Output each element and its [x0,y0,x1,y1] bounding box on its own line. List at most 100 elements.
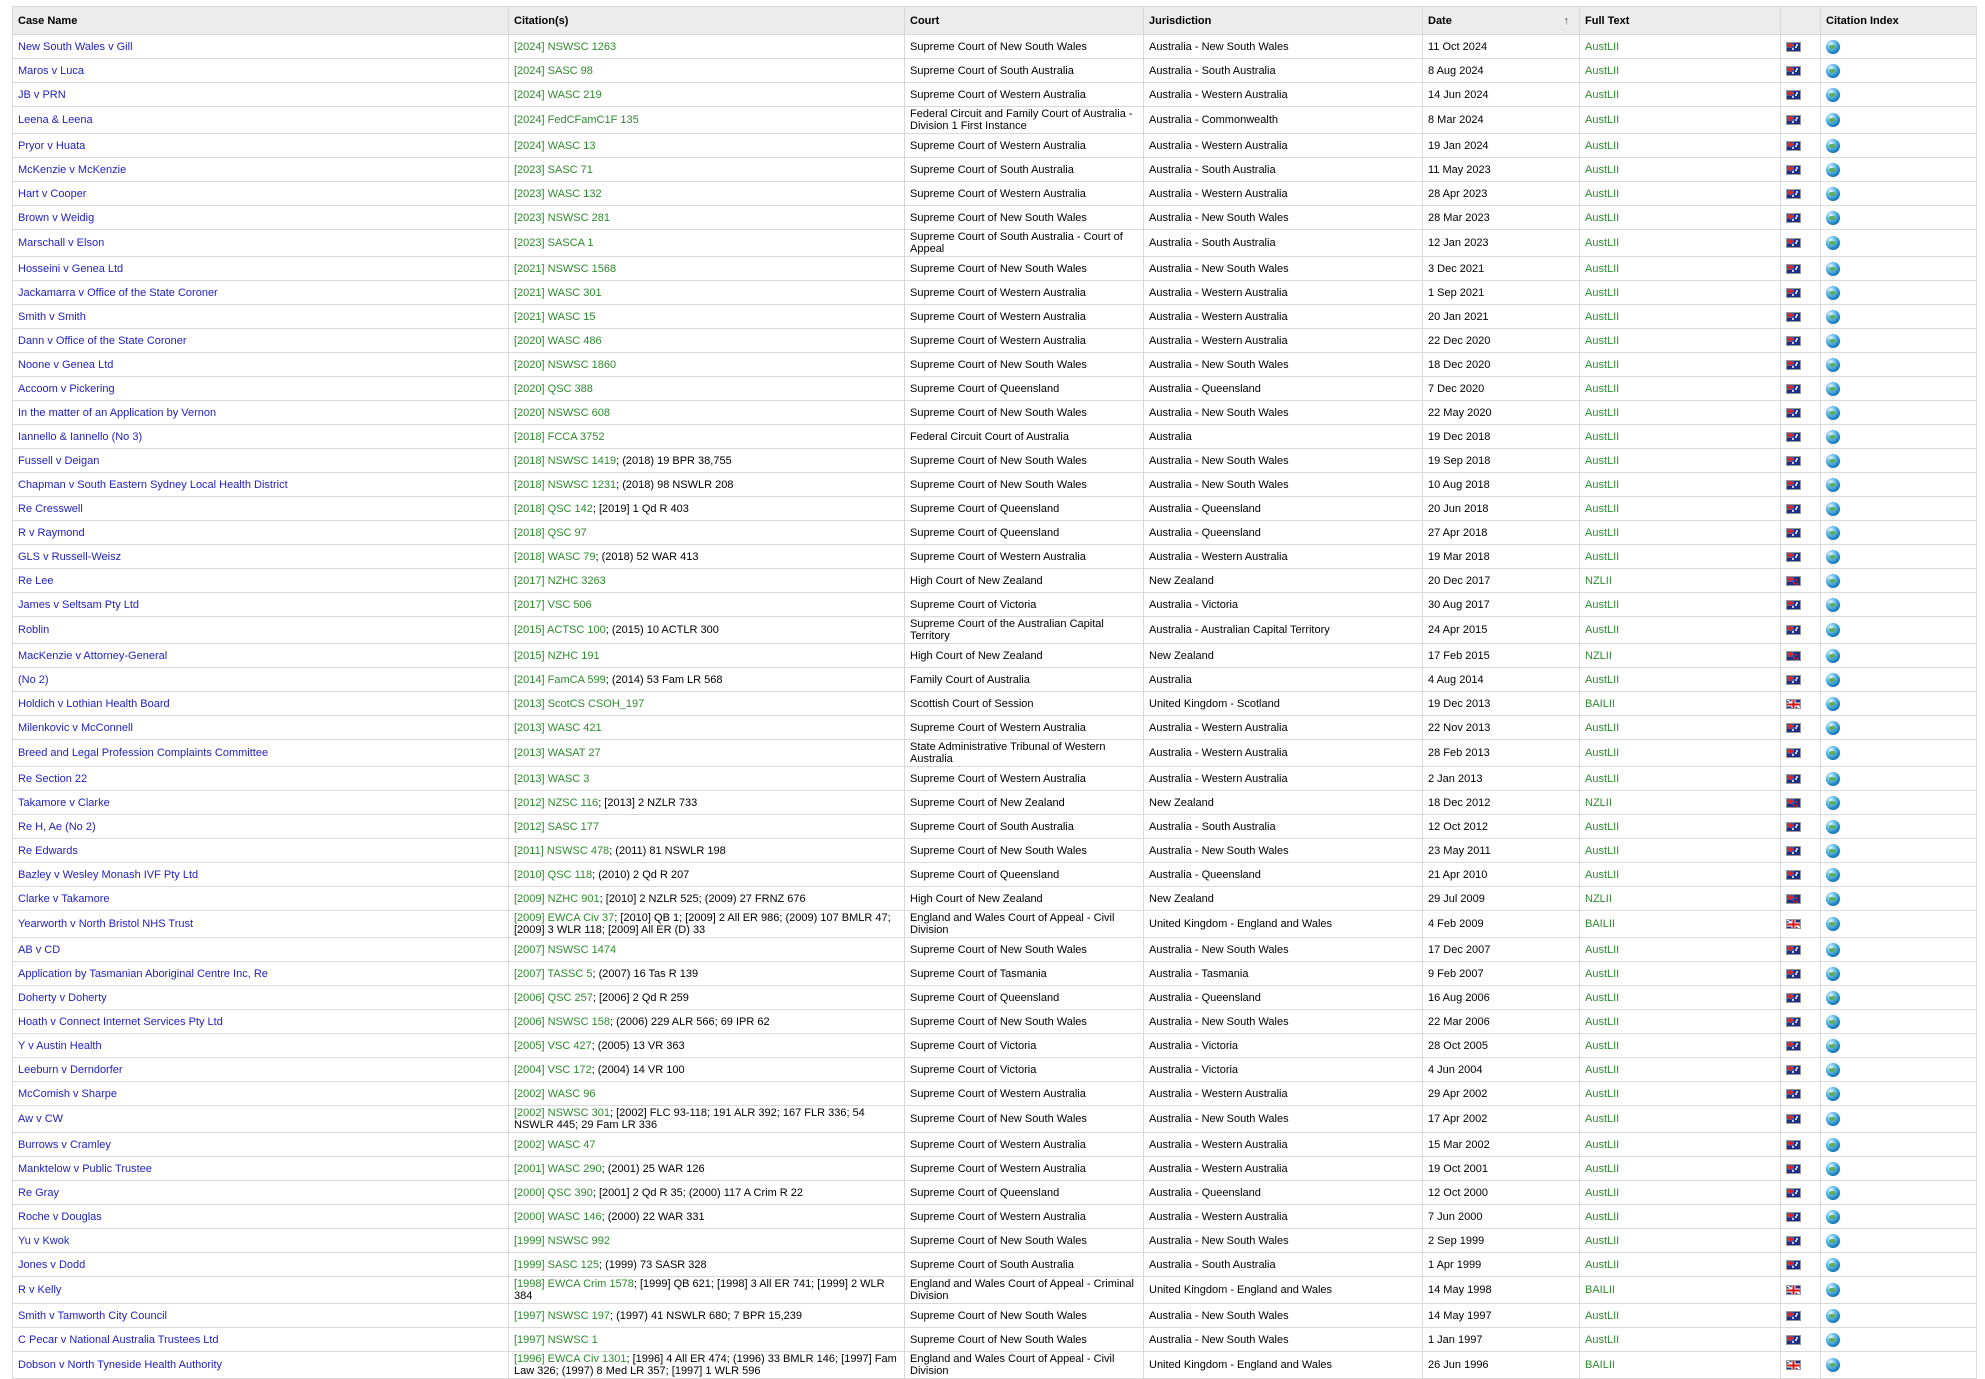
full-text-link[interactable]: AustLII [1585,773,1619,785]
citation-link[interactable]: [2013] WASC 3 [514,773,589,785]
full-text-link[interactable]: AustLII [1585,164,1619,176]
case-name-link[interactable]: Bazley v Wesley Monash IVF Pty Ltd [18,869,198,881]
case-name-link[interactable]: Leeburn v Derndorfer [18,1064,123,1076]
full-text-link[interactable]: AustLII [1585,89,1619,101]
full-text-link[interactable]: NZLII [1585,893,1612,905]
case-name-link[interactable]: Yearworth v North Bristol NHS Trust [18,918,193,930]
globe-icon[interactable] [1826,1137,1840,1152]
case-name-link[interactable]: Yu v Kwok [18,1235,69,1247]
globe-icon[interactable] [1826,357,1840,372]
full-text-link[interactable]: AustLII [1585,359,1619,371]
citation-link[interactable]: [2004] VSC 172 [514,1064,592,1076]
citation-link[interactable]: [2002] WASC 47 [514,1139,596,1151]
case-name-link[interactable]: Smith v Smith [18,311,86,323]
globe-icon[interactable] [1826,696,1840,711]
globe-icon[interactable] [1826,1161,1840,1176]
globe-icon[interactable] [1826,333,1840,348]
case-name-link[interactable]: Burrows v Cramley [18,1139,111,1151]
case-name-link[interactable]: Chapman v South Eastern Sydney Local Hea… [18,479,288,491]
case-name-link[interactable]: Jones v Dodd [18,1259,85,1271]
citation-link[interactable]: [2006] QSC 257 [514,992,593,1004]
full-text-link[interactable]: AustLII [1585,1187,1619,1199]
globe-icon[interactable] [1826,746,1840,760]
full-text-link[interactable]: AustLII [1585,287,1619,299]
case-name-link[interactable]: JB v PRN [18,89,66,101]
case-name-link[interactable]: AB v CD [18,944,60,956]
citation-link[interactable]: [2018] FCCA 3752 [514,431,605,443]
case-name-link[interactable]: Leena & Leena [18,114,93,126]
full-text-link[interactable]: AustLII [1585,1113,1619,1125]
case-name-link[interactable]: Smith v Tamworth City Council [18,1310,167,1322]
full-text-link[interactable]: AustLII [1585,188,1619,200]
citation-link[interactable]: [2020] QSC 388 [514,383,593,395]
full-text-link[interactable]: AustLII [1585,1334,1619,1346]
citation-link[interactable]: [2018] NSWSC 1231 [514,479,616,491]
case-name-link[interactable]: Doherty v Doherty [18,992,107,1004]
globe-icon[interactable] [1826,162,1840,177]
citation-link[interactable]: [2018] QSC 142 [514,503,593,515]
citation-link[interactable]: [2010] QSC 118 [514,869,592,881]
case-name-link[interactable]: Hoath v Connect Internet Services Pty Lt… [18,1016,223,1028]
globe-icon[interactable] [1826,1358,1840,1372]
citation-link[interactable]: [2007] TASSC 5 [514,968,592,980]
full-text-link[interactable]: BAILII [1585,1284,1615,1296]
citation-link[interactable]: [2007] NSWSC 1474 [514,944,616,956]
citation-link[interactable]: [1998] EWCA Crim 1578 [514,1278,634,1290]
case-name-link[interactable]: Roche v Douglas [18,1211,102,1223]
citation-link[interactable]: [2006] NSWSC 158 [514,1016,610,1028]
globe-icon[interactable] [1826,1062,1840,1077]
full-text-link[interactable]: NZLII [1585,575,1612,587]
citation-link[interactable]: [1997] NSWSC 197 [514,1310,610,1322]
globe-icon[interactable] [1826,1332,1840,1347]
globe-icon[interactable] [1826,867,1840,882]
citation-link[interactable]: [2002] NSWSC 301 [514,1107,610,1119]
citation-link[interactable]: [2009] EWCA Civ 37 [514,912,614,924]
citation-link[interactable]: [2024] SASC 98 [514,65,593,77]
globe-icon[interactable] [1826,186,1840,201]
citation-link[interactable]: [2002] WASC 96 [514,1088,596,1100]
globe-icon[interactable] [1826,672,1840,687]
full-text-link[interactable]: AustLII [1585,845,1619,857]
citation-link[interactable]: [2023] SASC 71 [514,164,593,176]
full-text-link[interactable]: AustLII [1585,869,1619,881]
full-text-link[interactable]: AustLII [1585,722,1619,734]
globe-icon[interactable] [1826,1038,1840,1053]
globe-icon[interactable] [1826,648,1840,663]
globe-icon[interactable] [1826,597,1840,612]
globe-icon[interactable] [1826,1209,1840,1224]
case-name-link[interactable]: Marschall v Elson [18,237,104,249]
citation-link[interactable]: [2000] WASC 146 [514,1211,602,1223]
full-text-link[interactable]: AustLII [1585,212,1619,224]
full-text-link[interactable]: AustLII [1585,821,1619,833]
full-text-link[interactable]: AustLII [1585,114,1619,126]
case-name-link[interactable]: Milenkovic v McConnell [18,722,133,734]
full-text-link[interactable]: AustLII [1585,599,1619,611]
citation-link[interactable]: [2015] NZHC 191 [514,650,600,662]
citation-link[interactable]: [2013] WASAT 27 [514,747,601,759]
citation-link[interactable]: [2015] ACTSC 100 [514,624,606,636]
full-text-link[interactable]: AustLII [1585,407,1619,419]
case-name-link[interactable]: C Pecar v National Australia Trustees Lt… [18,1334,219,1346]
case-name-link[interactable]: Roblin [18,624,49,636]
globe-icon[interactable] [1826,429,1840,444]
globe-icon[interactable] [1826,138,1840,153]
col-header-case-name[interactable]: Case Name [12,6,509,35]
globe-icon[interactable] [1826,990,1840,1005]
full-text-link[interactable]: AustLII [1585,311,1619,323]
case-name-link[interactable]: Re Edwards [18,845,78,857]
full-text-link[interactable]: BAILII [1585,918,1615,930]
case-name-link[interactable]: New South Wales v Gill [18,41,133,53]
full-text-link[interactable]: AustLII [1585,624,1619,636]
citation-link[interactable]: [2024] WASC 219 [514,89,602,101]
case-name-link[interactable]: Fussell v Deigan [18,455,99,467]
globe-icon[interactable] [1826,381,1840,396]
citation-link[interactable]: [2023] WASC 132 [514,188,602,200]
citation-link[interactable]: [2018] WASC 79 [514,551,596,563]
globe-icon[interactable] [1826,1112,1840,1126]
citation-link[interactable]: [2020] WASC 486 [514,335,602,347]
col-header-full-text[interactable]: Full Text [1579,6,1781,35]
col-header-date[interactable]: Date ↑ [1422,6,1580,35]
citation-link[interactable]: [2001] WASC 290 [514,1163,602,1175]
case-name-link[interactable]: Accoom v Pickering [18,383,115,395]
full-text-link[interactable]: AustLII [1585,1310,1619,1322]
